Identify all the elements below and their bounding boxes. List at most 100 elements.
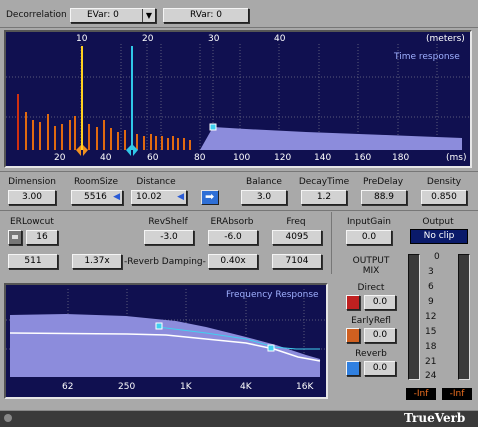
frequency-response-title: Frequency Response [226, 290, 319, 300]
ms-tick-180: 180 [392, 153, 410, 163]
distance-handle-right-icon[interactable] [83, 145, 88, 156]
scale-18: 18 [425, 342, 437, 352]
revshelf-field[interactable]: -3.0 [144, 230, 194, 245]
direct-label: Direct [357, 283, 385, 293]
time-response-title: Time response [394, 52, 460, 62]
scale-3: 3 [428, 267, 434, 277]
decaytime-label: DecayTime [298, 177, 350, 187]
meter-left [408, 254, 420, 380]
toggle-icon [12, 235, 18, 239]
roomsize-arrow-icon: ◀ [113, 192, 120, 202]
freq-tick-250: 250 [118, 382, 136, 392]
damping-high-field[interactable]: 0.40x [208, 254, 258, 269]
reverb-field[interactable]: 0.0 [364, 361, 396, 376]
rvar-field[interactable]: RVar: 0 [163, 8, 249, 23]
erabsorb-label: ERAbsorb [210, 217, 254, 227]
ms-axis-label: (ms) [446, 153, 467, 163]
chevron-down-icon: ▼ [142, 9, 155, 22]
earlyrefl-label: EarlyRefl [351, 316, 391, 326]
link-arrow-button[interactable]: ➡ [201, 190, 219, 205]
damping-freq-field[interactable]: 7104 [272, 254, 322, 269]
roomsize-handle-icon[interactable] [126, 145, 131, 156]
ms-tick-100: 100 [233, 153, 251, 163]
output-clip-indicator: No clip [410, 229, 468, 244]
freq-tick-62: 62 [62, 382, 74, 392]
evar-value: EVar: 0 [87, 10, 119, 20]
inputgain-label: InputGain [347, 217, 391, 227]
freq-tick-4k: 4K [240, 382, 252, 392]
roomsize-label: RoomSize [73, 177, 119, 187]
predelay-label: PreDelay [362, 177, 404, 187]
scale-0: 0 [434, 252, 440, 262]
corner-screw-icon [4, 414, 12, 422]
distance-handle-icon[interactable] [76, 145, 81, 156]
meters-tick-10: 10 [76, 34, 88, 44]
reverb-label: Reverb [355, 349, 387, 359]
frequency-response-panel: Frequency Response 62 250 1K 4K 16K [4, 283, 328, 399]
brand-logo: TrueVerb [404, 411, 466, 425]
distance-value: 10.02 [136, 192, 162, 202]
direct-toggle[interactable] [346, 295, 360, 310]
output-mix-label-2: MIX [362, 266, 380, 276]
scale-12: 12 [425, 312, 437, 322]
lowfreq-field[interactable]: 511 [8, 254, 58, 269]
meters-tick-20: 20 [142, 34, 154, 44]
ms-tick-160: 160 [354, 153, 372, 163]
ms-tick-120: 120 [274, 153, 292, 163]
density-field[interactable]: 0.850 [421, 190, 467, 205]
output-mix-label-1: OUTPUT [352, 256, 390, 266]
earlyrefl-field[interactable]: 0.0 [364, 328, 396, 343]
ms-tick-140: 140 [314, 153, 332, 163]
freq-tick-1k: 1K [180, 382, 192, 392]
roomsize-field[interactable]: 5516 ◀ [71, 190, 123, 205]
output-label: Output [422, 217, 454, 227]
predelay-handle[interactable] [209, 123, 217, 131]
roomsize-value: 5516 [84, 192, 107, 202]
time-response-panel: (meters) 10 20 30 40 Time response 20 40… [4, 30, 472, 168]
revshelf-label: RevShelf [148, 217, 188, 227]
erlowcut-label: ERLowcut [10, 217, 54, 227]
decorrelation-label: Decorrelation [6, 10, 67, 20]
dimension-label: Dimension [8, 177, 56, 187]
meters-tick-30: 30 [208, 34, 220, 44]
reverb-tail [200, 127, 462, 150]
dimension-field[interactable]: 3.00 [8, 190, 56, 205]
erlowcut-toggle[interactable] [8, 230, 22, 245]
arrow-right-icon: ➡ [205, 190, 215, 203]
scale-21: 21 [425, 357, 437, 367]
meter-scale: 0 3 6 9 12 15 18 21 24 [424, 252, 456, 382]
scale-6: 6 [428, 282, 434, 292]
meter-left-readout: -Inf [406, 388, 436, 400]
ms-tick-40: 40 [100, 153, 112, 163]
meters-axis-label: (meters) [426, 34, 465, 44]
freq-label: Freq [286, 217, 306, 227]
evar-dropdown[interactable]: EVar: 0 ▼ [70, 8, 156, 23]
ms-tick-80: 80 [194, 153, 206, 163]
meters-tick-40: 40 [274, 34, 286, 44]
ms-tick-60: 60 [147, 153, 159, 163]
scale-24: 24 [425, 371, 437, 381]
reverb-damping-label: -Reverb Damping- [124, 257, 206, 267]
density-label: Density [426, 177, 462, 187]
balance-field[interactable]: 3.0 [241, 190, 287, 205]
inputgain-field[interactable]: 0.0 [346, 230, 392, 245]
predelay-field[interactable]: 88.9 [361, 190, 407, 205]
ms-tick-20: 20 [54, 153, 66, 163]
reverb-toggle[interactable] [346, 361, 360, 376]
scale-15: 15 [425, 327, 437, 337]
distance-arrow-icon: ◀ [177, 192, 184, 202]
meter-right-readout: -Inf [442, 388, 472, 400]
revshelf-handle[interactable] [155, 322, 163, 330]
damping-low-field[interactable]: 1.37x [72, 254, 122, 269]
erabsorb-field[interactable]: -6.0 [208, 230, 258, 245]
frequency-response-graph [6, 289, 326, 379]
decaytime-field[interactable]: 1.2 [301, 190, 347, 205]
earlyrefl-toggle[interactable] [346, 328, 360, 343]
damping-handle[interactable] [267, 344, 275, 352]
scale-9: 9 [428, 297, 434, 307]
distance-field[interactable]: 10.02 ◀ [131, 190, 187, 205]
meter-right [458, 254, 470, 380]
freq-field[interactable]: 4095 [272, 230, 322, 245]
erlowcut-field[interactable]: 16 [26, 230, 58, 245]
direct-field[interactable]: 0.0 [364, 295, 396, 310]
